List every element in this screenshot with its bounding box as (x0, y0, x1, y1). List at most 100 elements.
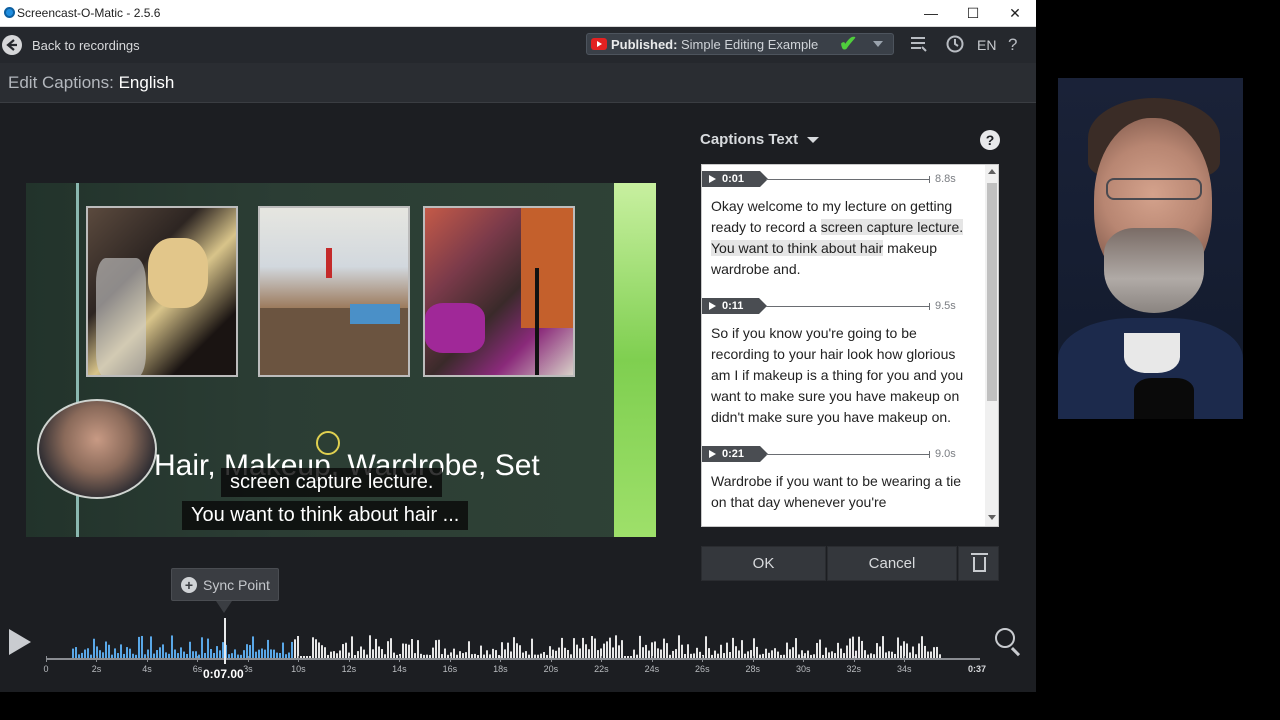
waveform-bar (516, 643, 518, 658)
waveform-bar (138, 636, 140, 658)
segment-duration: 8.8s (935, 173, 956, 185)
playhead[interactable] (224, 618, 226, 664)
waveform-bar (363, 649, 365, 658)
timeline-tick-mark (702, 656, 704, 662)
captions-list-box[interactable]: 0:01 8.8s Okay welcome to my lecture on … (701, 164, 999, 527)
delete-button[interactable] (958, 546, 999, 581)
waveform-bar (855, 650, 857, 658)
notes-icon[interactable] (909, 34, 929, 59)
waveform-bar (486, 650, 488, 658)
timeline-tick-mark (904, 656, 906, 662)
segment-text[interactable]: Wardrobe if you want to be wearing a tie… (702, 466, 985, 525)
waveform-bar (774, 648, 776, 658)
waveform-bar (654, 641, 656, 658)
waveform-bar (750, 650, 752, 658)
waveform-bar (765, 648, 767, 658)
timeline-tick-label: 32s (846, 664, 862, 674)
segment-play-button[interactable]: 0:01 (702, 171, 769, 187)
audio-waveform[interactable] (46, 630, 980, 660)
segment-play-button[interactable]: 0:21 (702, 446, 769, 462)
timeline-tick-label: 4s (142, 664, 152, 674)
waveform-bar (660, 649, 662, 658)
waveform-bar (840, 648, 842, 658)
timeline-tick-label: 18s (493, 664, 508, 674)
ok-button[interactable]: OK (701, 546, 826, 581)
caption-segment[interactable]: 0:21 9.0s Wardrobe if you want to be wea… (702, 440, 985, 525)
segment-text[interactable]: Okay welcome to my lecture on getting re… (702, 191, 985, 292)
waveform-bar (720, 644, 722, 658)
timeline-tick-mark (348, 656, 350, 662)
caption-segment[interactable]: 0:01 8.8s Okay welcome to my lecture on … (702, 165, 985, 292)
segment-play-button[interactable]: 0:11 (702, 298, 768, 314)
makeup-photo (86, 206, 238, 377)
microphone-icon (1134, 378, 1194, 419)
waveform-bar (372, 649, 374, 658)
scroll-down-icon[interactable] (988, 515, 996, 520)
captions-scrollbar[interactable] (985, 165, 998, 526)
waveform-bar (708, 648, 710, 658)
timeline-tick-mark (500, 656, 502, 662)
plus-icon: + (181, 577, 197, 593)
waveform-bar (438, 639, 440, 658)
waveform-bar (609, 637, 611, 658)
waveform-bar (591, 636, 593, 658)
segment-duration-rule (766, 303, 930, 310)
waveform-bar (492, 648, 494, 658)
captions-text-dropdown[interactable]: Captions Text (700, 131, 798, 148)
webcam-feed (1058, 78, 1243, 419)
waveform-bar (864, 650, 866, 658)
waveform-bar (264, 649, 266, 658)
page-title-label: Edit Captions: (8, 73, 114, 92)
play-icon[interactable] (9, 629, 31, 655)
scroll-up-icon[interactable] (988, 169, 996, 174)
maximize-button[interactable]: ☐ (952, 0, 994, 27)
waveform-bar (876, 643, 878, 658)
waveform-bar (126, 647, 128, 658)
timeline-tick-label: 0 (43, 664, 49, 674)
scrollbar-thumb[interactable] (987, 183, 997, 401)
waveform-bar (906, 643, 908, 658)
timeline-axis[interactable] (46, 658, 980, 660)
close-button[interactable]: ✕ (994, 0, 1036, 27)
waveform-bar (738, 650, 740, 658)
waveform-bar (861, 640, 863, 658)
waveform-bar (402, 643, 404, 658)
waveform-bar (825, 647, 827, 658)
waveform-bar (795, 638, 797, 658)
back-to-recordings-link[interactable]: Back to recordings (32, 38, 140, 53)
zoom-icon[interactable] (995, 628, 1015, 648)
segment-text[interactable]: So if you know you're going to be record… (702, 318, 985, 440)
waveform-bar (87, 648, 89, 658)
webcam-overlay-avatar (37, 399, 157, 499)
waveform-bar (480, 645, 482, 658)
waveform-bar (588, 649, 590, 658)
back-arrow-icon[interactable] (2, 35, 22, 55)
waveform-bar (234, 649, 236, 658)
chevron-down-icon[interactable] (807, 137, 819, 143)
waveform-bar (318, 642, 320, 658)
cancel-button[interactable]: Cancel (827, 546, 957, 581)
caption-segment[interactable]: 0:11 9.5s So if you know you're going to… (702, 292, 985, 440)
waveform-bar (468, 641, 470, 658)
language-selector[interactable]: EN (977, 37, 996, 53)
waveform-bar (129, 648, 131, 658)
caption-line: screen capture lecture. (221, 468, 443, 497)
history-icon[interactable] (945, 34, 965, 59)
minimize-button[interactable]: — (910, 0, 952, 27)
publish-status-dropdown[interactable]: Published: Simple Editing Example ✔ (586, 31, 894, 56)
video-preview[interactable]: Hair, Makeup, Wardrobe, Set screen captu… (26, 183, 656, 537)
sync-point-button[interactable]: + Sync Point (171, 568, 279, 613)
waveform-bar (807, 650, 809, 658)
help-icon[interactable]: ? (1008, 35, 1017, 55)
waveform-bar (243, 650, 245, 658)
waveform-bar (618, 645, 620, 658)
timeline-tick-label: 24s (644, 664, 660, 674)
app-window: Screencast-O-Matic - 2.5.6 — ☐ ✕ Back to… (0, 0, 1036, 692)
captions-help-icon[interactable]: ? (980, 130, 1000, 150)
timeline-tick-label: 16s (442, 664, 458, 674)
timeline-tick-label: 6s (192, 664, 203, 674)
waveform-bar (819, 639, 821, 658)
timeline-tick-mark (298, 656, 300, 662)
segment-duration: 9.5s (935, 300, 956, 312)
waveform-bar (846, 645, 848, 658)
